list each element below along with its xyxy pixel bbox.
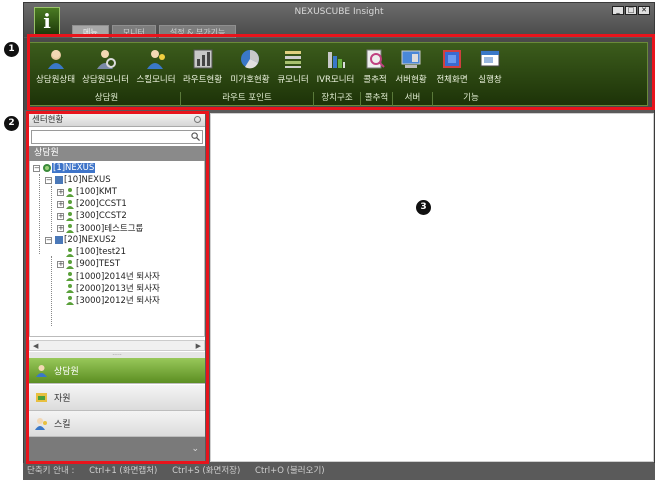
close-button[interactable]: ✕: [638, 6, 650, 15]
window-controls: _ □ ✕: [612, 6, 650, 15]
callout-box-ribbon: [27, 34, 655, 110]
shortcut-capture: Ctrl+1 (화면캡처): [89, 466, 158, 476]
callout-box-left-panel: [26, 111, 209, 464]
shortcut-label: 단축키 안내 :: [27, 466, 75, 476]
shortcut-open: Ctrl+O (불러오기): [255, 466, 325, 476]
callout-number-2: 2: [4, 116, 19, 131]
status-bar: 단축키 안내 : Ctrl+1 (화면캡처) Ctrl+S (화면저장) Ctr…: [23, 463, 655, 480]
title-bar: i NEXUSCUBE Insight _ □ ✕ 메뉴 모니터 설정 & 부가…: [24, 3, 654, 38]
window-title: NEXUSCUBE Insight: [294, 7, 384, 17]
callout-number-3: 3: [416, 200, 431, 215]
minimize-button[interactable]: _: [612, 6, 624, 15]
callout-number-1: 1: [4, 42, 19, 57]
shortcut-save: Ctrl+S (화면저장): [172, 466, 241, 476]
maximize-button[interactable]: □: [625, 6, 637, 15]
main-content-area: [210, 113, 654, 462]
